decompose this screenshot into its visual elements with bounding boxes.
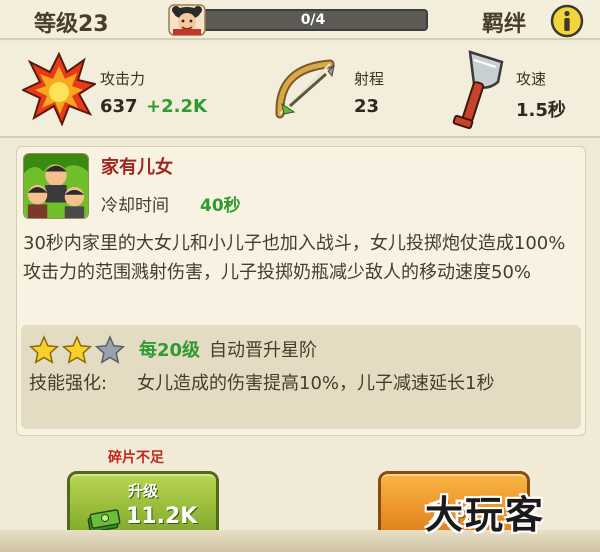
enhance-label: 技能强化: (29, 373, 108, 394)
star-auto-promote-text: 自动晋升星阶 (209, 340, 317, 361)
range-label: 射程 (354, 70, 385, 88)
bow-icon (275, 59, 335, 119)
star-upgrade-box: 每20级 自动晋升星阶 技能强化: 女儿造成的伤害提高10%，儿子减速延长1秒 (21, 325, 581, 429)
cooldown-value: 40秒 (200, 196, 241, 216)
xp-progress-bar: 0/4 (198, 9, 428, 31)
enhance-text: 女儿造成的伤害提高10%，儿子减速延长1秒 (137, 373, 495, 394)
skill-portrait-icon (23, 153, 89, 219)
watermark-text: 大玩客 (425, 493, 546, 537)
range-value: 23 (354, 96, 380, 117)
hero-avatar-icon (168, 4, 206, 36)
star-rating (29, 335, 126, 364)
speed-value: 1.5秒 (516, 100, 566, 121)
explosion-icon (22, 52, 96, 126)
fragments-insufficient-warning: 碎片不足 (108, 450, 164, 466)
star-level-requirement: 每20级 (139, 340, 201, 361)
skill-description: 30秒内家里的大女儿和小儿子也加入战斗，女儿投掷炮仗造成100%攻击力的范围溅射… (23, 233, 566, 283)
shovel-icon (452, 50, 504, 130)
cooldown-label: 冷却时间 (101, 196, 169, 216)
level-label: 等级23 (34, 12, 109, 37)
skill-name: 家有儿女 (101, 157, 173, 178)
star-filled-icon (29, 335, 60, 364)
star-filled-icon (61, 335, 93, 364)
attack-label: 攻击力 (100, 70, 146, 88)
bond-label[interactable]: 羁绊 (482, 6, 526, 38)
header-bar: 等级23 0/4 羁绊 (0, 0, 600, 40)
stats-row: 攻击力 637 +2.2K 射程 23 攻速 1.5秒 (0, 42, 600, 138)
speed-label: 攻速 (516, 70, 547, 88)
upgrade-cost: 11.2K (126, 504, 198, 529)
attack-value: 637 (100, 96, 138, 117)
star-empty-icon (94, 335, 126, 364)
skill-panel: 家有儿女 冷却时间 40秒 30秒内家里的大女儿和小儿子也加入战斗，女儿投掷炮仗… (16, 146, 586, 436)
attack-bonus: +2.2K (146, 96, 207, 117)
xp-progress-text: 0/4 (300, 12, 326, 28)
upgrade-button-label: 升级 (127, 482, 158, 500)
info-icon[interactable] (550, 4, 584, 38)
